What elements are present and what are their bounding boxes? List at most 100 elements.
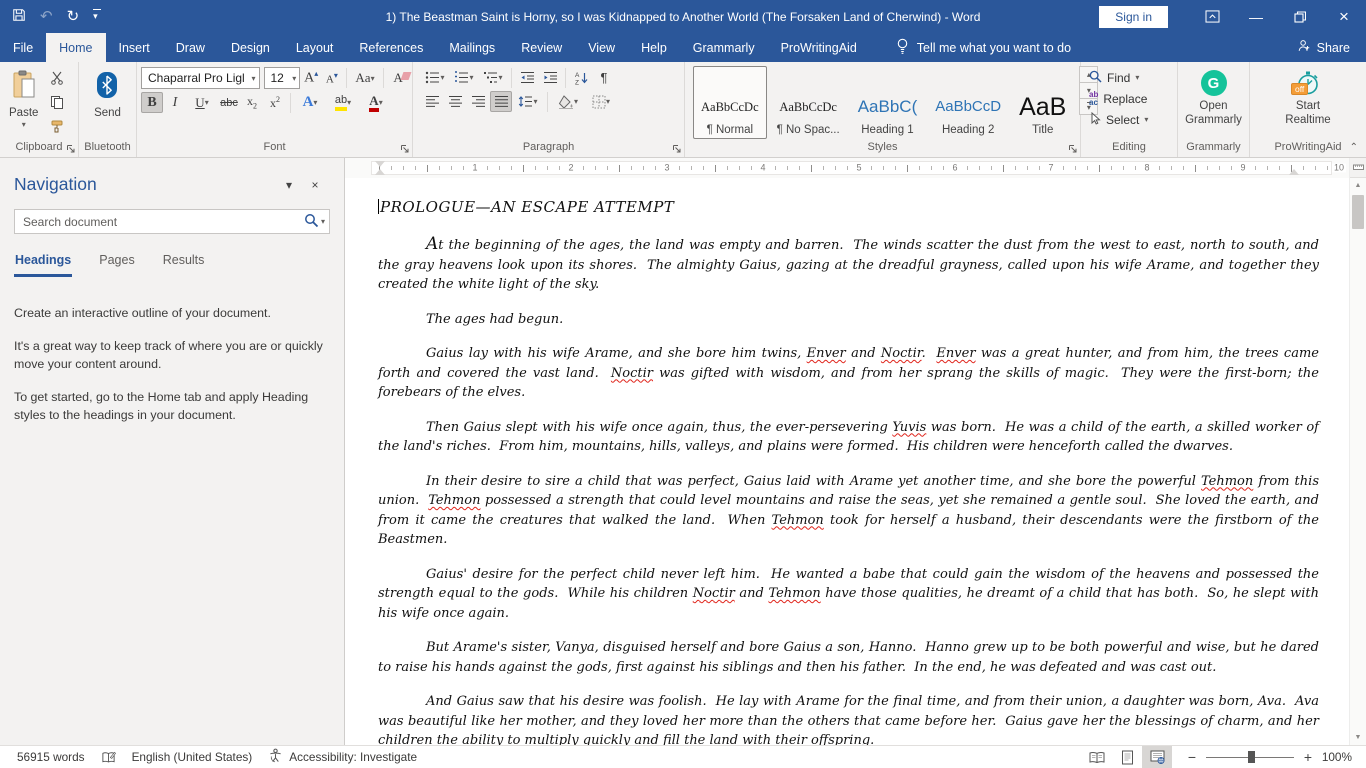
shrink-font-icon[interactable]: A▾ — [322, 68, 342, 89]
italic-button[interactable]: I — [164, 92, 186, 113]
customize-quick-access-icon[interactable]: ▾ — [93, 9, 101, 22]
style-heading-1[interactable]: AaBbC( Heading 1 — [850, 66, 926, 139]
restore-button[interactable] — [1278, 0, 1322, 33]
font-dialog-launcher-icon[interactable] — [399, 143, 410, 154]
styles-dialog-launcher-icon[interactable] — [1067, 143, 1078, 154]
share-button[interactable]: Share — [1297, 33, 1366, 62]
text-effects-icon[interactable]: A▾ — [295, 92, 325, 113]
tab-view[interactable]: View — [575, 33, 628, 62]
accessibility-status[interactable]: Accessibility: Investigate — [268, 748, 417, 766]
decrease-indent-icon[interactable] — [516, 67, 538, 88]
nav-tab-headings[interactable]: Headings — [14, 248, 72, 277]
nav-tab-pages[interactable]: Pages — [98, 248, 135, 277]
highlight-color-icon[interactable]: ab▾ — [326, 92, 360, 113]
zoom-in-button[interactable]: + — [1302, 749, 1314, 765]
collapse-ribbon-icon[interactable]: ⌃ — [1350, 142, 1358, 153]
zoom-slider[interactable] — [1206, 750, 1294, 764]
tab-layout[interactable]: Layout — [283, 33, 347, 62]
bold-button[interactable]: B — [141, 92, 163, 113]
zoom-out-button[interactable]: − — [1186, 749, 1198, 765]
style-title[interactable]: AaB Title — [1011, 66, 1074, 139]
search-input[interactable] — [15, 215, 304, 229]
align-center-icon[interactable] — [444, 91, 466, 112]
underline-button[interactable]: U▾ — [187, 92, 217, 113]
redo-icon[interactable]: ↻ — [67, 9, 80, 24]
start-realtime-button[interactable]: off StartRealtime — [1280, 67, 1335, 139]
multilevel-list-icon[interactable]: ▾ — [479, 67, 507, 88]
style-normal[interactable]: AaBbCcDc ¶ Normal — [693, 66, 767, 139]
bullets-icon[interactable]: ▾ — [421, 67, 449, 88]
grow-font-icon[interactable]: A▴ — [301, 68, 321, 89]
shading-icon[interactable]: ▾ — [552, 91, 584, 112]
tab-prowritingaid[interactable]: ProWritingAid — [768, 33, 870, 62]
borders-icon[interactable]: ▾ — [585, 91, 617, 112]
paste-button[interactable]: Paste ▾ — [4, 67, 43, 132]
sort-icon[interactable]: AZ — [570, 67, 592, 88]
zoom-slider-thumb[interactable] — [1248, 751, 1255, 763]
superscript-icon[interactable]: x2 — [264, 92, 286, 113]
justify-icon[interactable] — [490, 91, 512, 112]
tab-grammarly[interactable]: Grammarly — [680, 33, 768, 62]
change-case-icon[interactable]: Aa▾ — [351, 68, 380, 89]
align-right-icon[interactable] — [467, 91, 489, 112]
scrollbar-track[interactable] — [1350, 231, 1366, 730]
style-no-spacing[interactable]: AaBbCcDc ¶ No Spac... — [769, 66, 848, 139]
font-color-icon[interactable]: A▾ — [361, 92, 391, 113]
hanging-indent-marker[interactable] — [375, 169, 385, 175]
align-left-icon[interactable] — [421, 91, 443, 112]
navigation-close-icon[interactable]: × — [302, 178, 328, 192]
tab-home[interactable]: Home — [46, 33, 105, 62]
first-line-indent-marker[interactable] — [375, 161, 385, 167]
search-magnifier-icon[interactable] — [304, 213, 319, 231]
bluetooth-send-button[interactable]: Send — [89, 67, 126, 139]
ruler-strip[interactable]: 12345678910 — [371, 161, 1332, 175]
zoom-level[interactable]: 100% — [1314, 750, 1352, 764]
select-button[interactable]: Select▾ — [1085, 109, 1173, 130]
numbering-icon[interactable]: ▾ — [450, 67, 478, 88]
line-spacing-icon[interactable]: ▾ — [513, 91, 543, 112]
tab-mailings[interactable]: Mailings — [436, 33, 508, 62]
minimize-button[interactable]: — — [1234, 0, 1278, 33]
find-button[interactable]: Find▾ — [1085, 67, 1173, 88]
cut-icon[interactable] — [46, 67, 68, 88]
close-button[interactable]: × — [1322, 0, 1366, 33]
replace-button[interactable]: abac Replace — [1085, 88, 1173, 109]
proofing-status-icon[interactable] — [101, 750, 116, 765]
print-layout-view-icon[interactable] — [1112, 746, 1142, 768]
search-options-chevron-icon[interactable]: ▾ — [321, 217, 325, 226]
tab-help[interactable]: Help — [628, 33, 680, 62]
tab-review[interactable]: Review — [508, 33, 575, 62]
tab-insert[interactable]: Insert — [106, 33, 163, 62]
subscript-icon[interactable]: x2 — [241, 92, 263, 113]
read-mode-view-icon[interactable] — [1082, 746, 1112, 768]
tab-references[interactable]: References — [346, 33, 436, 62]
open-grammarly-button[interactable]: G OpenGrammarly — [1180, 67, 1247, 139]
font-name-select[interactable]: Chaparral Pro Ligl▾ — [141, 67, 260, 89]
tab-file[interactable]: File — [0, 33, 46, 62]
increase-indent-icon[interactable] — [539, 67, 561, 88]
word-count[interactable]: 56915 words — [17, 750, 85, 764]
style-heading-2[interactable]: AaBbCcD Heading 2 — [927, 66, 1009, 139]
tab-draw[interactable]: Draw — [163, 33, 218, 62]
save-icon[interactable] — [12, 8, 26, 25]
right-indent-marker[interactable] — [1289, 169, 1299, 175]
tell-me-box[interactable]: Tell me what you want to do — [896, 33, 1071, 62]
format-painter-icon[interactable] — [46, 115, 68, 136]
scrollbar-thumb[interactable] — [1352, 195, 1364, 229]
copy-icon[interactable] — [46, 91, 68, 112]
scroll-down-arrow[interactable]: ▼ — [1350, 730, 1366, 745]
tab-design[interactable]: Design — [218, 33, 283, 62]
language-status[interactable]: English (United States) — [132, 750, 253, 764]
sign-in-button[interactable]: Sign in — [1099, 6, 1168, 28]
paragraph-dialog-launcher-icon[interactable] — [671, 143, 682, 154]
clipboard-dialog-launcher-icon[interactable] — [65, 143, 76, 154]
ribbon-display-options-icon[interactable] — [1190, 0, 1234, 33]
ruler-toggle-icon[interactable] — [1350, 158, 1366, 178]
scroll-up-arrow[interactable]: ▲ — [1350, 178, 1366, 193]
show-paragraph-marks-icon[interactable]: ¶ — [593, 67, 615, 88]
ruler[interactable]: 12345678910 — [345, 158, 1366, 178]
document-page[interactable]: PROLOGUE—AN ESCAPE ATTEMPT At the beginn… — [345, 178, 1366, 745]
clear-formatting-icon[interactable]: A — [388, 68, 408, 89]
nav-tab-results[interactable]: Results — [162, 248, 206, 277]
strikethrough-icon[interactable]: abc — [218, 92, 240, 113]
